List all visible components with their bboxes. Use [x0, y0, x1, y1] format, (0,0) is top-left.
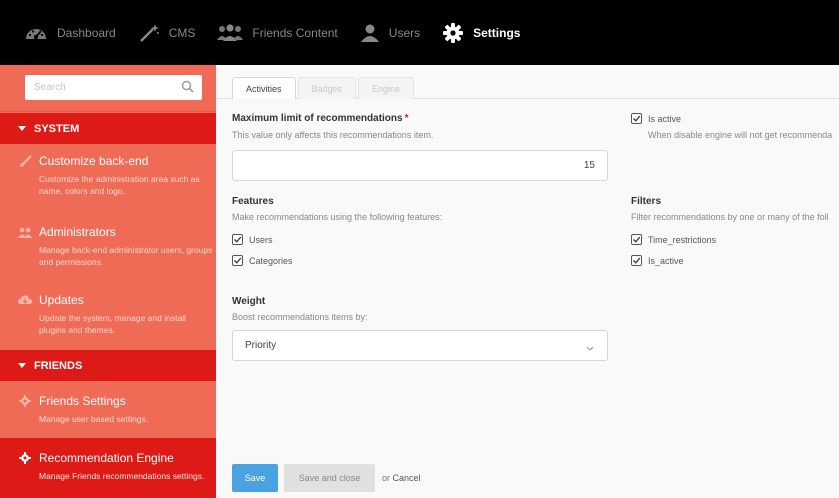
gear-icon — [442, 22, 464, 44]
sidebar-item-title: Updates — [39, 293, 84, 307]
nav-item-dashboard[interactable]: Dashboard — [24, 13, 116, 53]
filters-help: Filter recommendations by one or many of… — [631, 212, 829, 222]
nav-label: Users — [388, 25, 421, 40]
chevron-down-icon — [586, 343, 594, 354]
nav-label: Friends Content — [252, 25, 338, 40]
sidebar-item-friends-settings[interactable]: Friends Settings Manage user based setti… — [0, 394, 216, 425]
section-title: SYSTEM — [34, 122, 80, 135]
checkbox-checked-icon — [631, 234, 642, 245]
weight-help: Boost recommendations items by: — [232, 312, 368, 322]
users-group-icon — [217, 23, 244, 43]
search-box — [25, 75, 202, 100]
weight-select-value: Priority — [245, 340, 277, 351]
sidebar-item-title: Customize back-end — [39, 154, 149, 168]
nav-item-cms[interactable]: CMS — [138, 13, 196, 53]
search-input[interactable] — [25, 75, 175, 100]
tab-activities[interactable]: Activities — [232, 77, 296, 99]
filter-time-restrictions-checkbox[interactable]: Time_restrictions — [631, 234, 716, 245]
top-navigation-bar: Dashboard CMS Friends Content Users Sett… — [0, 0, 839, 65]
checkbox-checked-icon — [232, 255, 243, 266]
cancel-link[interactable]: Cancel — [393, 473, 421, 483]
save-button[interactable]: Save — [232, 464, 278, 492]
checkbox-label: Is_active — [648, 255, 684, 266]
is-active-checkbox[interactable]: Is active — [631, 113, 681, 124]
feature-users-checkbox[interactable]: Users — [232, 234, 273, 245]
search-icon[interactable] — [181, 80, 194, 98]
max-limit-label-text: Maximum limit of recommendations — [232, 113, 403, 124]
filters-label: Filters — [631, 196, 662, 207]
weight-label: Weight — [232, 296, 266, 307]
checkbox-checked-icon — [631, 113, 642, 124]
sidebar: SYSTEM Customize back-end Customize the … — [0, 65, 216, 498]
checkbox-checked-icon — [232, 234, 243, 245]
main-content: Activities Badges Engine Maximum limit o… — [216, 65, 839, 498]
or-text: or — [382, 473, 391, 483]
sidebar-item-administrators[interactable]: Administrators Manage back-end administr… — [0, 225, 216, 268]
sidebar-item-title: Recommendation Engine — [39, 451, 174, 465]
sidebar-item-desc: Customize the administration area such a… — [39, 174, 200, 196]
tab-bar: Activities Badges Engine — [232, 77, 416, 99]
user-icon — [360, 23, 380, 43]
sidebar-item-title: Administrators — [39, 225, 116, 239]
gear-icon — [18, 394, 32, 408]
nav-item-users[interactable]: Users — [360, 13, 420, 53]
sidebar-item-desc: Manage back-end administrator users, gro… — [39, 245, 213, 267]
dashboard-icon — [24, 23, 48, 43]
users-icon — [18, 225, 32, 239]
is-active-help: When disable engine will not get recomme… — [648, 130, 833, 140]
checkbox-label: Categories — [249, 255, 293, 266]
nav-label: CMS — [168, 25, 196, 40]
sidebar-search-area — [0, 65, 216, 112]
checkbox-label: Users — [249, 234, 273, 245]
or-cancel: or Cancel — [382, 473, 421, 483]
sidebar-section-system[interactable]: SYSTEM — [0, 113, 216, 144]
filter-is-active-checkbox[interactable]: Is_active — [631, 255, 684, 266]
features-label: Features — [232, 196, 274, 207]
section-title: FRIENDS — [34, 359, 83, 372]
nav-item-settings[interactable]: Settings — [442, 13, 520, 53]
checkbox-label: Is active — [648, 113, 682, 124]
weight-select[interactable]: Priority — [232, 330, 608, 361]
tab-engine[interactable]: Engine — [358, 77, 415, 99]
nav-label: Settings — [473, 25, 521, 40]
feature-categories-checkbox[interactable]: Categories — [232, 255, 293, 266]
save-and-close-button[interactable]: Save and close — [284, 464, 375, 492]
checkbox-checked-icon — [631, 255, 642, 266]
max-limit-input[interactable] — [232, 150, 608, 181]
gear-icon — [18, 451, 32, 465]
caret-down-icon — [18, 363, 26, 368]
max-limit-help: This value only affects this recommendat… — [232, 130, 434, 140]
nav-label: Dashboard — [57, 25, 116, 40]
required-marker: * — [404, 113, 409, 124]
checkbox-label: Time_restrictions — [648, 234, 717, 245]
caret-down-icon — [18, 126, 26, 131]
sidebar-item-desc: Manage user based settings. — [39, 414, 149, 424]
sidebar-item-desc: Manage Friends recommendations settings. — [39, 471, 205, 481]
nav-item-friends-content[interactable]: Friends Content — [217, 13, 338, 53]
cloud-download-icon — [18, 293, 32, 307]
sidebar-item-recommendation-engine[interactable]: Recommendation Engine Manage Friends rec… — [0, 438, 216, 498]
features-help: Make recommendations using the following… — [232, 212, 443, 222]
max-limit-label: Maximum limit of recommendations * — [232, 113, 409, 124]
sidebar-item-desc: Update the system, manage and install pl… — [39, 313, 186, 335]
magic-wand-icon — [138, 23, 160, 43]
brush-icon — [18, 154, 32, 168]
sidebar-item-customize-back-end[interactable]: Customize back-end Customize the adminis… — [0, 154, 216, 197]
sidebar-section-friends[interactable]: FRIENDS — [0, 350, 216, 381]
sidebar-item-updates[interactable]: Updates Update the system, manage and in… — [0, 293, 216, 336]
sidebar-item-title: Friends Settings — [39, 394, 126, 408]
tab-badges[interactable]: Badges — [297, 77, 357, 99]
